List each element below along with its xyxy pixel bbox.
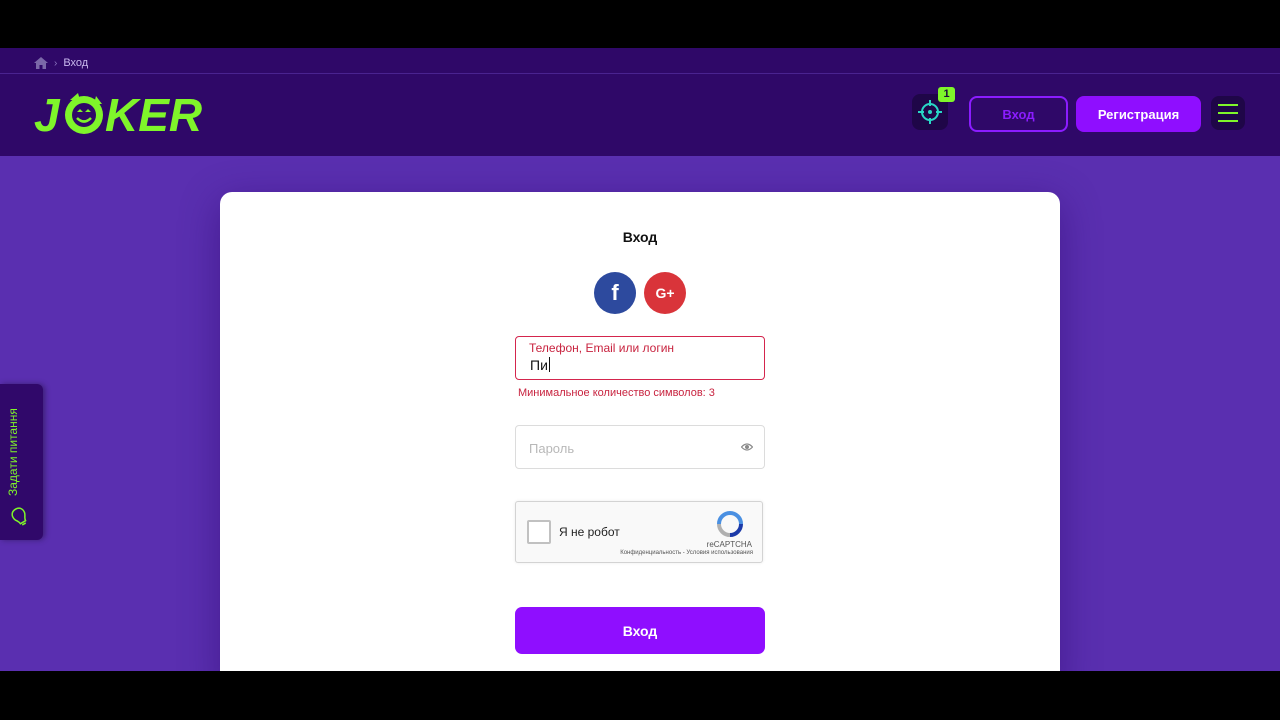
recaptcha-label: Я не робот — [559, 525, 620, 539]
google-login-button[interactable]: G+ — [644, 272, 686, 314]
header-login-button[interactable]: Вход — [969, 96, 1068, 132]
hamburger-menu-button[interactable] — [1211, 96, 1245, 130]
recaptcha-icon — [717, 511, 743, 537]
hamburger-icon-line — [1218, 112, 1238, 114]
header: › Вход J KER 1 Вход Регистрация — [0, 48, 1280, 156]
hamburger-icon-line — [1218, 104, 1238, 106]
ask-question-label: Задати питання — [6, 408, 20, 496]
target-icon — [918, 100, 942, 124]
login-card: Вход f G+ Телефон, Email или логин Пи Ми… — [220, 192, 1060, 671]
bulb-icon — [11, 507, 27, 526]
svg-text:J: J — [34, 89, 61, 141]
facebook-icon: f — [611, 280, 619, 305]
password-input[interactable]: Пароль — [515, 425, 765, 469]
recaptcha-widget: Я не робот reCAPTCHA Конфиденциальность … — [515, 501, 763, 563]
notification-badge: 1 — [938, 87, 955, 102]
text-caret — [548, 357, 550, 372]
eye-icon[interactable] — [741, 442, 753, 452]
hamburger-icon-line — [1218, 120, 1238, 122]
login-error-message: Минимальное количество символов: 3 — [518, 387, 715, 399]
password-placeholder: Пароль — [529, 441, 575, 456]
recaptcha-links[interactable]: Конфиденциальность - Условия использован… — [620, 550, 753, 556]
login-input[interactable]: Телефон, Email или логин Пи — [515, 336, 765, 380]
joker-logo[interactable]: J KER — [34, 84, 204, 144]
recaptcha-brand: reCAPTCHA — [706, 540, 752, 549]
svg-text:KER: KER — [105, 89, 202, 141]
page: › Вход J KER 1 Вход Регистрация Задати п… — [0, 48, 1280, 671]
login-submit-button[interactable]: Вход — [515, 607, 765, 654]
chevron-right-icon: › — [54, 57, 58, 69]
login-input-text: Пи — [530, 357, 548, 373]
facebook-login-button[interactable]: f — [594, 272, 636, 314]
recaptcha-checkbox[interactable] — [527, 520, 551, 544]
login-title: Вход — [622, 229, 658, 245]
header-register-button[interactable]: Регистрация — [1076, 96, 1201, 132]
breadcrumb-current: Вход — [63, 57, 89, 69]
home-icon[interactable] — [34, 57, 48, 69]
google-plus-icon: G+ — [655, 285, 675, 301]
ask-question-tab[interactable]: Задати питання — [0, 384, 43, 540]
divider — [0, 73, 1280, 74]
breadcrumb: › Вход — [34, 54, 88, 72]
login-input-value: Пи — [530, 357, 550, 373]
login-input-label: Телефон, Email или логин — [529, 341, 675, 355]
